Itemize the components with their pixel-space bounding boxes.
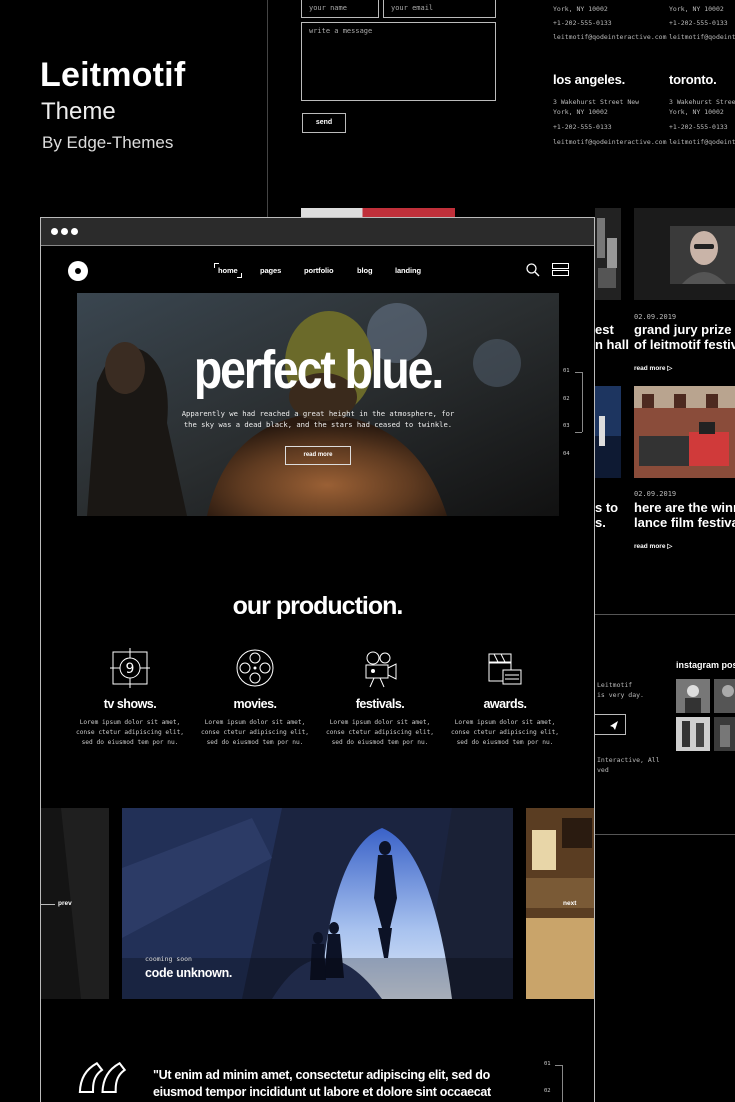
blog-post-4-date: 02.09.2019 [634, 490, 677, 498]
contact-name-field: your name [301, 0, 379, 18]
contact-send-button: send [302, 113, 346, 133]
tv-countdown-icon: 9 [110, 648, 150, 688]
production-title: our production. [232, 592, 404, 620]
window-dot-1 [51, 228, 58, 235]
office-top-1: York, NY 10002 +1-202-555-0133 leitmotif… [553, 5, 667, 41]
blog-post-1-title: est n hall [595, 322, 629, 352]
office-top-2: York, NY 10002 +1-202-555-0133 leitmotif… [669, 5, 735, 41]
production-name: tv shows. [103, 697, 157, 711]
hero-description: Apparently we had reached a great height… [181, 409, 455, 429]
slide-tag: cooming soon [145, 955, 192, 963]
instagram-photo-1 [676, 679, 710, 713]
footer-divider-bottom [595, 834, 735, 835]
nav-portfolio[interactable]: portfolio [304, 266, 334, 275]
production-name: movies. [233, 697, 277, 711]
carousel-prev-label[interactable]: prev [58, 900, 72, 907]
blog-post-2-date: 02.09.2019 [634, 313, 677, 321]
promo-author: By Edge-Themes [42, 133, 174, 152]
production-item-movies[interactable]: movies. Lorem ipsum dolor sit amet, cons… [200, 648, 310, 748]
slide-number-4[interactable]: 04 [563, 451, 570, 457]
production-description: Lorem ipsum dolor sit amet, conse ctetur… [325, 719, 435, 746]
carousel-next-label[interactable]: next [563, 900, 576, 907]
search-icon[interactable] [525, 262, 541, 278]
contact-email-field: your email [383, 0, 496, 18]
nav-pages[interactable]: pages [260, 266, 281, 275]
clapperboard-icon [488, 653, 522, 685]
slide-number-2[interactable]: 02 [563, 396, 570, 402]
blog-image-3 [595, 386, 621, 478]
promo-subtitle: Theme [41, 98, 116, 125]
film-reel-icon [236, 649, 274, 687]
instagram-photo-3 [676, 717, 710, 751]
production-description: Lorem ipsum dolor sit amet, conse ctetur… [450, 719, 560, 746]
window-dot-3 [71, 228, 78, 235]
production-item-tv-shows[interactable]: 9 tv shows. Lorem ipsum dolor sit amet, … [75, 648, 185, 748]
instagram-photo-4 [714, 717, 735, 751]
hero-background-image [77, 293, 559, 516]
production-description: Lorem ipsum dolor sit amet, conse ctetur… [75, 719, 185, 746]
blog-image-1 [595, 208, 621, 300]
quote-number-1[interactable]: 01 [544, 1061, 551, 1067]
quote-mark-icon: “ [72, 1052, 132, 1102]
carousel-next-slide[interactable] [526, 808, 594, 999]
footer-about-text: Leitmotif is very day. [597, 681, 644, 699]
promo-title: Leitmotif [40, 56, 186, 94]
footer-divider [595, 614, 735, 615]
footer-copyright: Interactive, All ved [597, 756, 660, 774]
nav-landing[interactable]: landing [395, 266, 421, 275]
hero-read-more-button[interactable]: read more [285, 446, 351, 465]
contact-message-field: write a message [301, 22, 496, 101]
hero-slide: perfect blue. Apparently we had reached … [77, 293, 559, 516]
slide-title[interactable]: code unknown. [145, 966, 232, 980]
instagram-photo-2 [714, 679, 735, 713]
office-los-angeles: los angeles. 3 Wakehurst Street New York… [553, 72, 667, 146]
blog-image-2 [634, 208, 735, 300]
office-toronto: toronto. 3 Wakehurst Street York, NY 100… [669, 72, 735, 146]
browser-window: home pages portfolio blog landing perfec… [40, 217, 595, 1102]
instagram-title: instagram post [676, 660, 735, 670]
promo-divider [267, 0, 268, 218]
production-name: festivals. [355, 697, 405, 711]
production-item-awards[interactable]: awards. Lorem ipsum dolor sit amet, cons… [450, 648, 560, 748]
testimonial-quote: "Ut enim ad minim amet, consectetur adip… [153, 1068, 491, 1099]
blog-post-4-title: here are the winnelance film festival [634, 500, 735, 530]
nav-home[interactable]: home [214, 263, 242, 278]
slide-number-3[interactable]: 03 [563, 423, 570, 429]
slide-number-1[interactable]: 01 [563, 368, 570, 374]
nav-blog[interactable]: blog [357, 266, 373, 275]
quote-number-2[interactable]: 02 [544, 1088, 551, 1094]
svg-text:9: 9 [126, 661, 135, 677]
production-item-festivals[interactable]: festivals. Lorem ipsum dolor sit amet, c… [325, 648, 435, 748]
blog-post-2-title: grand jury prize – of leitmotif festiva [634, 322, 735, 352]
site-logo[interactable] [68, 261, 88, 281]
hero-title: perfect blue. [193, 340, 444, 400]
blog-post-2-read-more: read more ▷ [634, 365, 673, 372]
production-description: Lorem ipsum dolor sit amet, conse ctetur… [200, 719, 310, 746]
blog-image-4 [634, 386, 735, 478]
browser-toolbar [41, 218, 594, 246]
blog-post-4-read-more: read more ▷ [634, 543, 673, 550]
movie-camera-icon [365, 651, 397, 688]
production-name: awards. [483, 697, 527, 711]
menu-icon[interactable] [552, 263, 569, 276]
window-dot-2 [61, 228, 68, 235]
blog-post-3-title: s to s. [595, 500, 619, 530]
